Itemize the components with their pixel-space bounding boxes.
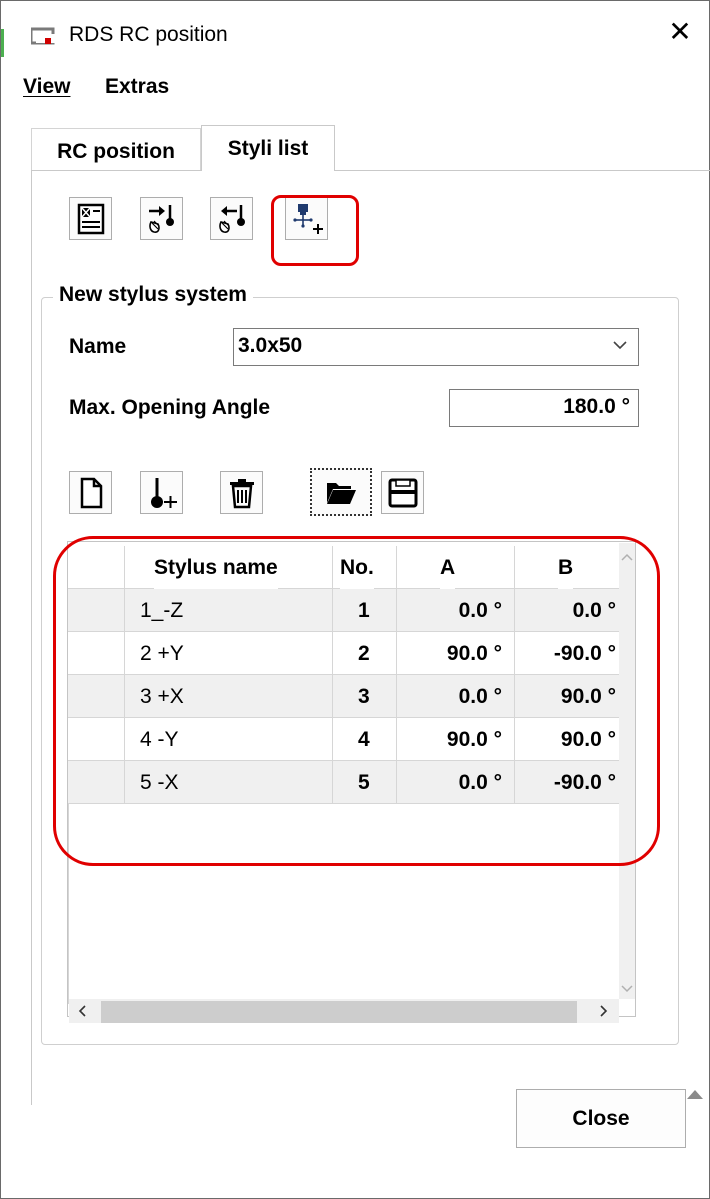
group-legend: New stylus system (53, 283, 253, 307)
name-label: Name (69, 335, 127, 358)
tab-styli-list[interactable]: Styli list (201, 125, 335, 171)
highlight-add-stylus-system (271, 195, 359, 266)
caret-up-icon[interactable] (687, 1090, 703, 1099)
horizontal-scroll-thumb[interactable] (101, 1001, 577, 1023)
export-stylus-icon (218, 204, 245, 233)
export-stylus-button[interactable] (210, 197, 253, 240)
chevron-down-icon[interactable] (612, 337, 628, 358)
new-file-button[interactable] (69, 471, 112, 514)
app-icon (29, 27, 63, 52)
add-stylus-button[interactable] (140, 471, 183, 514)
tab-rc-position[interactable]: RC position (31, 128, 201, 171)
menu-view[interactable]: View (23, 75, 70, 99)
add-stylus-icon (150, 477, 177, 508)
calculator-list-button[interactable] (69, 197, 112, 240)
max-opening-angle-value: 180.0 ° (563, 395, 630, 418)
scroll-down-icon[interactable] (621, 981, 633, 999)
window-edge-accent (1, 29, 4, 57)
scroll-left-icon[interactable] (77, 1004, 87, 1023)
menu-extras[interactable]: Extras (105, 75, 169, 99)
highlight-styli-table (53, 536, 660, 866)
window-title: RDS RC position (69, 23, 228, 46)
scroll-right-icon[interactable] (599, 1004, 609, 1023)
name-combobox[interactable]: 3.0x50 (233, 328, 639, 366)
dialog-window: RDS RC position ✕ View Extras RC positio… (0, 0, 710, 1199)
window-close-icon[interactable]: ✕ (663, 15, 697, 49)
calculator-list-icon (77, 203, 104, 234)
save-icon (388, 478, 417, 507)
delete-button[interactable] (220, 471, 263, 514)
save-button[interactable] (381, 471, 424, 514)
max-opening-angle-label: Max. Opening Angle (69, 396, 271, 419)
tab-divider (31, 170, 710, 171)
import-stylus-button[interactable] (140, 197, 183, 240)
open-folder-icon (327, 483, 356, 504)
panel-border (31, 170, 32, 1105)
delete-icon (229, 478, 254, 508)
new-file-icon (80, 477, 102, 508)
import-stylus-icon (148, 204, 174, 233)
open-folder-button[interactable] (310, 468, 372, 516)
name-value: 3.0x50 (238, 334, 303, 357)
close-button[interactable]: Close (516, 1089, 686, 1148)
max-opening-angle-input[interactable]: 180.0 ° (449, 389, 639, 427)
